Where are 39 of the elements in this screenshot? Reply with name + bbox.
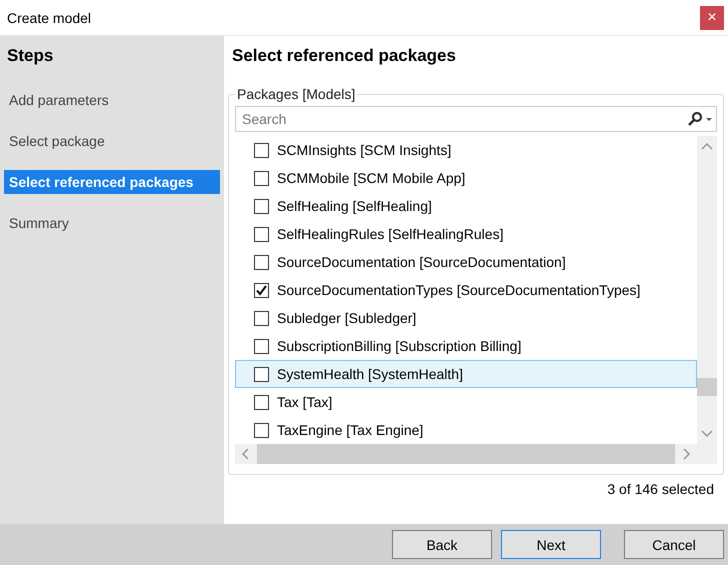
- selection-count: 3 of 146 selected: [606, 480, 715, 497]
- checkbox[interactable]: [254, 198, 269, 214]
- package-label: SubscriptionBilling [Subscription Billing]: [277, 338, 522, 354]
- dialog-button[interactable]: Next: [501, 530, 601, 559]
- package-label: SelfHealingRules [SelfHealingRules]: [277, 226, 504, 242]
- checkbox[interactable]: [254, 282, 269, 298]
- package-label: Subledger [Subledger]: [277, 310, 416, 326]
- package-label: SourceDocumentationTypes [SourceDocumentationTypes]: [277, 282, 640, 298]
- package-label: SCMMobile [SCM Mobile App]: [277, 170, 466, 186]
- dialog-button[interactable]: Cancel: [624, 530, 724, 559]
- highlighted-row[interactable]: SystemHealth [SystemHealth]: [235, 360, 697, 388]
- checkbox[interactable]: [254, 170, 269, 186]
- package-label: SelfHealing [SelfHealing]: [277, 198, 432, 214]
- page-title: Select referenced packages: [232, 46, 457, 66]
- step-item[interactable]: Select package: [4, 129, 220, 153]
- checkbox[interactable]: [254, 366, 269, 382]
- package-label: Tax [Tax]: [277, 394, 332, 410]
- step-item[interactable]: Summary: [4, 211, 220, 235]
- checkbox[interactable]: [254, 142, 269, 158]
- checkbox[interactable]: [254, 338, 269, 354]
- package-label: SCMInsights [SCM Insights]: [277, 142, 452, 158]
- window-title: Create model: [6, 10, 92, 26]
- package-label: TaxEngine [Tax Engine]: [277, 422, 424, 438]
- dialog-button[interactable]: Back: [392, 530, 492, 559]
- close-button[interactable]: ×: [700, 6, 724, 30]
- package-label: SystemHealth [SystemHealth]: [277, 366, 463, 382]
- group-label: Packages [Models]: [236, 86, 356, 102]
- step-item[interactable]: Add parameters: [4, 88, 220, 112]
- scrollbar-thumb[interactable]: [697, 378, 717, 396]
- package-label: SourceDocumentation [SourceDocumentation]: [277, 254, 566, 270]
- sidebar-title: Steps: [7, 46, 54, 66]
- checkbox[interactable]: [254, 394, 269, 410]
- search-field[interactable]: Search: [235, 106, 717, 132]
- checkbox[interactable]: [254, 226, 269, 242]
- vertical-scrollbar[interactable]: [697, 136, 717, 464]
- checkbox[interactable]: [254, 310, 269, 326]
- step-item[interactable]: Select referenced packages: [4, 170, 220, 194]
- checkbox[interactable]: [254, 254, 269, 270]
- checkbox[interactable]: [254, 422, 269, 438]
